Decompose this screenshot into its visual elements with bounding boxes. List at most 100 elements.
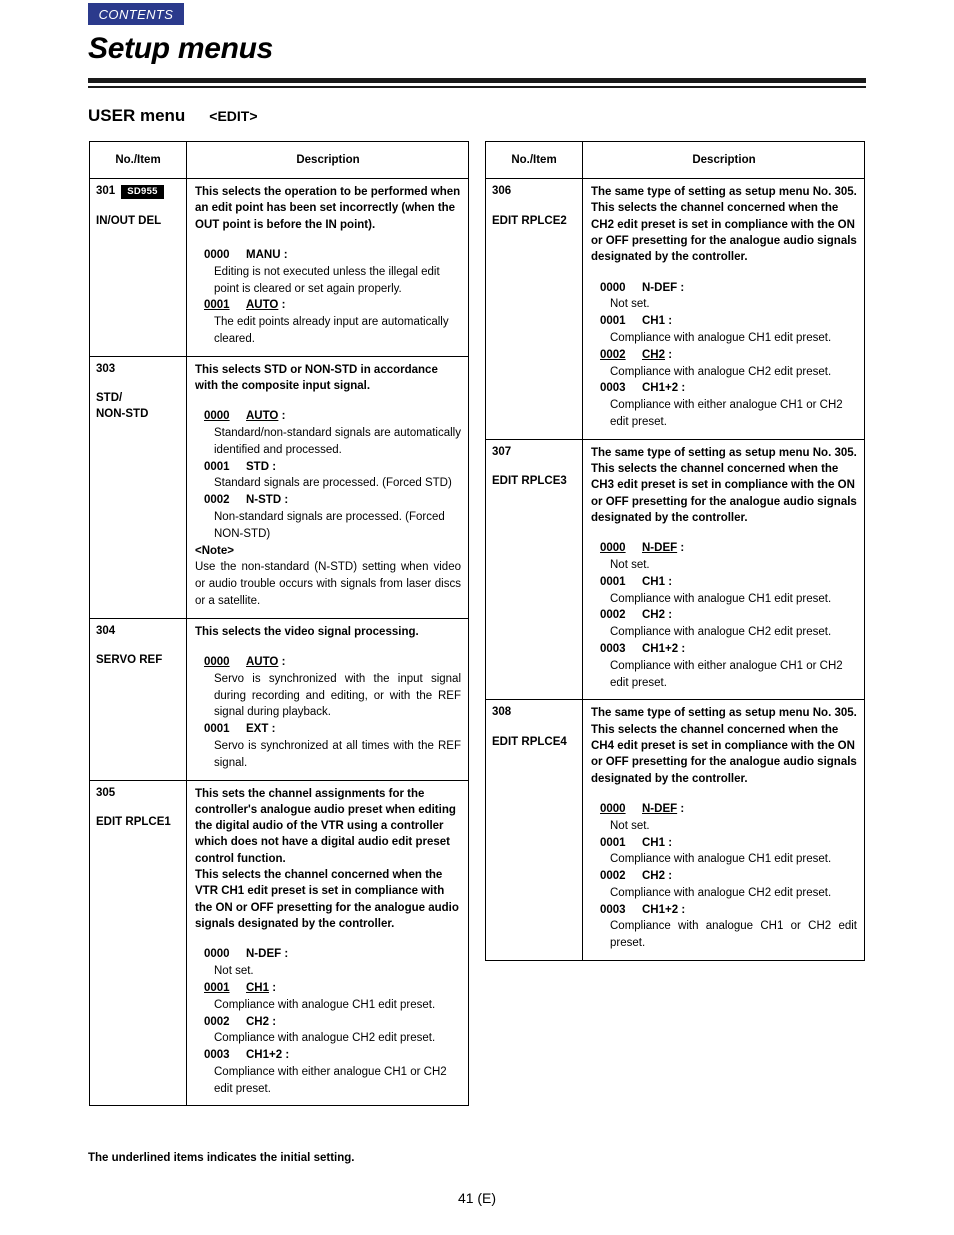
option-code: 0001 [204, 460, 230, 473]
footnote: The underlined items indicates the initi… [88, 1152, 355, 1164]
option-description: Not set. [610, 298, 650, 311]
option-description: Compliance with analogue CH2 edit preset… [610, 365, 832, 378]
option-label: CH1 [246, 982, 270, 995]
option-row: 0000 AUTO : [195, 654, 461, 671]
option-row: 0001 STD : [195, 459, 461, 476]
option-label: EXT [246, 723, 269, 736]
option-code: 0001 [600, 575, 626, 588]
option-label: N-DEF [642, 281, 678, 294]
menu-number: 306 [492, 184, 576, 200]
menu-number: 301 SD955 [96, 184, 180, 200]
option-row: 0001 CH1 : [591, 835, 857, 852]
table-row: 308 EDIT RPLCE4 The same type of setting a… [486, 700, 864, 961]
option-label: CH1 [642, 575, 666, 588]
option-label: CH1+2 [642, 643, 679, 655]
option-label: CH1+2 [246, 1049, 283, 1062]
option-code: 0001 [204, 299, 230, 312]
cell-description: This sets the channel assignments for th… [187, 781, 468, 1106]
option-code: 0002 [600, 870, 626, 883]
option-list: 0000 N-DEF : Not set. 0001 CH1 : Compliance w… [591, 801, 857, 952]
option-label: AUTO [246, 299, 279, 312]
option-description: Compliance with either analogue CH1 or C… [214, 1065, 447, 1095]
option-code: 0003 [204, 1049, 230, 1062]
page-number: 41 (E) [457, 1190, 497, 1206]
option-label: AUTO [246, 656, 279, 669]
option-description: Compliance with analogue CH1 edit preset… [610, 592, 832, 605]
menu-subgroup: <EDIT> [209, 108, 258, 124]
menu-item-name: STD/NON-STD [96, 392, 149, 420]
option-code: 0002 [204, 1015, 230, 1028]
option-label: CH2 [246, 1015, 270, 1028]
option-code: 0001 [204, 723, 230, 736]
column-header-no-item: No./Item [486, 142, 583, 178]
description-lead: This sets the channel assignments for th… [195, 787, 456, 865]
option-description: Compliance with either analogue CH1 or C… [610, 399, 843, 428]
option-description: Not set. [610, 819, 650, 832]
cell-no-item: 305 EDIT RPLCE1 [90, 780, 187, 1106]
note-text: Use the non-standard (N-STD) setting whe… [195, 561, 461, 607]
option-description: Compliance with analogue CH1 or CH2 edit… [610, 920, 857, 950]
option-label: N-STD [246, 494, 282, 507]
option-row: 0000 N-DEF : [591, 280, 857, 297]
option-row: 0000 N-DEF : [195, 946, 461, 963]
cell-description: The same type of setting as setup menu N… [583, 179, 864, 439]
option-description: Compliance with analogue CH1 edit preset… [610, 331, 832, 344]
option-row: 0000 AUTO : [195, 408, 461, 425]
menu-number: 304 [96, 624, 180, 640]
menu-number-text: 301 [96, 185, 116, 197]
option-label: N-DEF [246, 948, 282, 961]
option-row: 0002 CH2 : [195, 1014, 461, 1031]
option-row: 0001 AUTO : [195, 297, 461, 314]
option-row: 0002 CH2 : [591, 347, 857, 364]
section-heading: USER menu <EDIT> [88, 106, 258, 126]
option-code: 0003 [600, 382, 626, 395]
cell-no-item: 306 EDIT RPLCE2 [486, 179, 583, 439]
option-list: 0000 AUTO : Servo is synchronized with the… [195, 654, 461, 771]
option-list: 0000 AUTO : Standard/non-standard signals … [195, 408, 461, 542]
table-header-row: No./Item Description [486, 142, 864, 179]
option-row: 0002 CH2 : [591, 868, 857, 885]
cell-description: This selects STD or NON-STD in accordanc… [187, 357, 468, 618]
page-title: Setup menus [88, 32, 274, 65]
option-code: 0000 [204, 656, 230, 669]
menu-number: 303 [96, 362, 180, 378]
option-label: AUTO [246, 410, 279, 423]
option-row: 0002 CH2 : [591, 607, 857, 624]
description-lead: The same type of setting as setup menu N… [591, 707, 857, 785]
setup-menu-table-right: No./Item Description 306 EDIT RPLCE2 The sam… [485, 141, 865, 962]
model-badge: SD955 [121, 184, 164, 199]
menu-number: 305 [96, 786, 180, 802]
option-list: 0000 N-DEF : Not set. 0001 CH1 : Compliance w… [195, 946, 461, 1097]
option-code: 0000 [600, 281, 626, 294]
table-row: 304 SERVO REF This selects the video signa… [90, 618, 468, 781]
option-code: 0003 [600, 903, 626, 916]
menu-item-name: EDIT RPLCE3 [492, 475, 567, 488]
option-code: 0001 [600, 315, 626, 328]
option-code: 0000 [204, 248, 230, 261]
option-list: 0000 MANU : Editing is not executed unless… [195, 247, 461, 348]
menu-item-name: IN/OUT DEL [96, 214, 162, 227]
option-description: Compliance with analogue CH2 edit preset… [610, 626, 832, 639]
option-label: CH1+2 [642, 903, 679, 916]
menu-number-text: 304 [96, 624, 116, 637]
menu-item-name: EDIT RPLCE4 [492, 735, 567, 748]
option-description: Compliance with analogue CH1 edit preset… [214, 998, 436, 1011]
option-description: Compliance with analogue CH2 edit preset… [610, 886, 832, 899]
cell-description: This selects the operation to be perform… [187, 179, 468, 356]
option-list: 0000 N-DEF : Not set. 0001 CH1 : Compliance w… [591, 280, 857, 431]
option-description: Compliance with either analogue CH1 or C… [610, 659, 843, 689]
option-row: 0000 N-DEF : [591, 540, 857, 557]
table-row: 301 SD955 IN/OUT DEL This selects the opera… [90, 179, 468, 357]
menu-number: 308 [492, 705, 576, 721]
contents-tab[interactable]: CONTENTS [88, 3, 184, 25]
menu-number-text: 305 [96, 786, 116, 799]
option-code: 0002 [600, 348, 626, 361]
cell-no-item: 307 EDIT RPLCE3 [486, 439, 583, 700]
option-label: CH2 [642, 609, 666, 622]
description-lead: This selects STD or NON-STD in accordanc… [195, 363, 438, 392]
option-description: Editing is not executed unless the illeg… [214, 265, 440, 295]
option-description: The edit points already input are automa… [214, 316, 449, 345]
note-heading: <Note> [195, 544, 234, 557]
menu-number-text: 303 [96, 362, 116, 375]
option-row: 0000 N-DEF : [591, 801, 857, 818]
